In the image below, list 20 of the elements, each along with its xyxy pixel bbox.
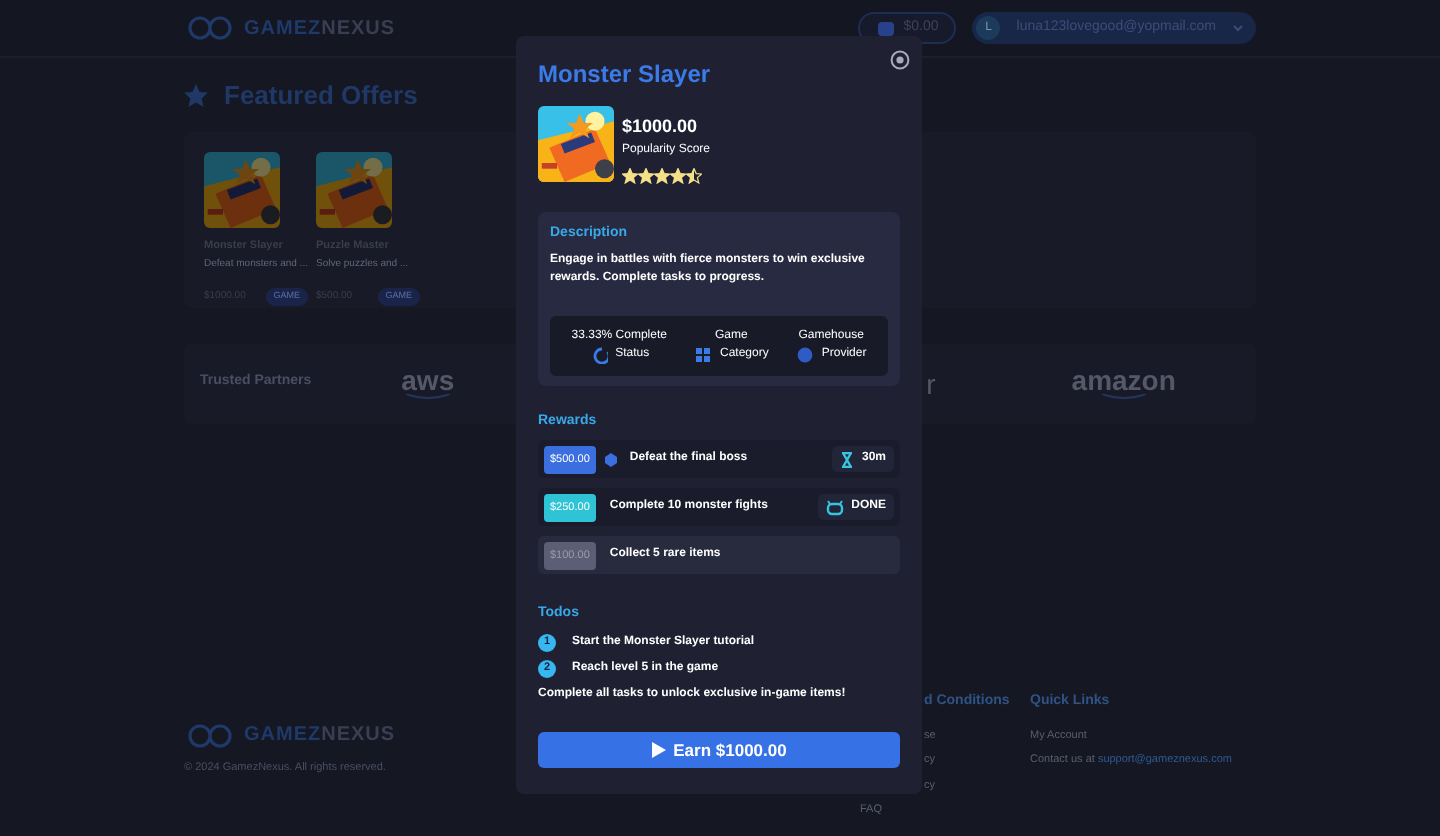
star-icon xyxy=(184,83,208,108)
modal-title: Monster Slayer xyxy=(538,60,713,89)
close-button[interactable] xyxy=(890,50,910,70)
controller-loop-icon xyxy=(184,719,236,751)
wallet-icon xyxy=(875,18,896,38)
controller-loop-icon xyxy=(184,12,236,44)
robot-icon xyxy=(825,499,844,516)
gem-icon xyxy=(603,451,618,468)
section-title: Featured Offers xyxy=(224,78,418,114)
partner-logo: aws xyxy=(401,366,455,400)
hourglass-icon xyxy=(839,451,854,468)
partner-logo: amazon xyxy=(1071,366,1176,400)
play-icon xyxy=(651,741,666,758)
dot-icon xyxy=(795,345,814,364)
price: $1000.00 xyxy=(622,114,700,141)
earn-button[interactable]: Earn $1000.00 xyxy=(538,731,900,768)
grid-icon xyxy=(694,345,712,364)
caret-icon xyxy=(1232,22,1244,34)
refresh-icon xyxy=(589,345,608,364)
partner-logo: r xyxy=(926,369,936,397)
